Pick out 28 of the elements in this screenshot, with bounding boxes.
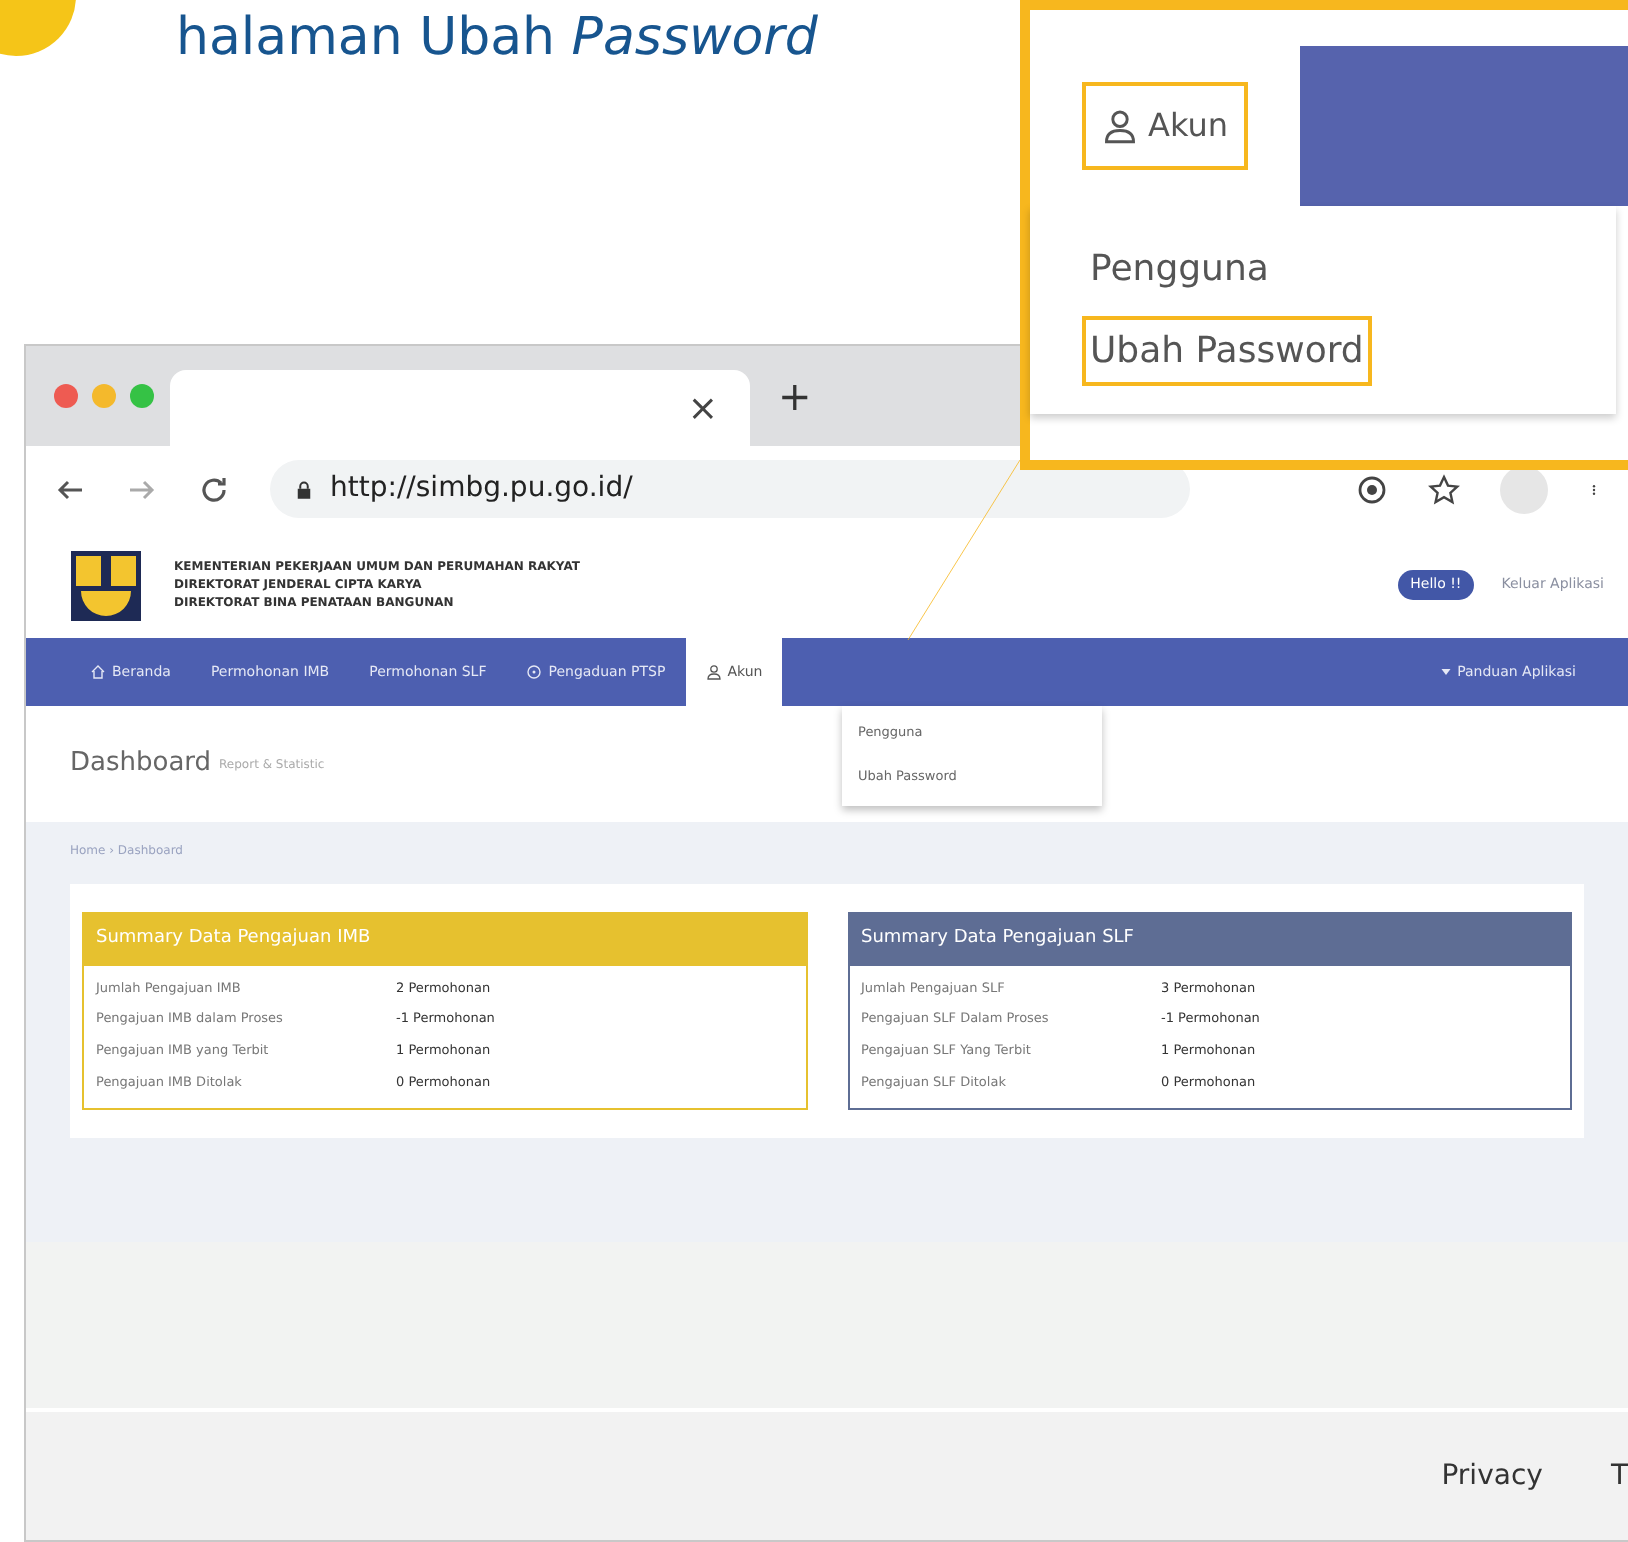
browser-tab[interactable]: ×	[170, 370, 750, 446]
circle-icon	[526, 664, 543, 680]
footer-link[interactable]: T	[1610, 1455, 1628, 1497]
maximize-dot[interactable]	[130, 384, 154, 408]
caret-icon	[1439, 666, 1452, 678]
reload-icon	[198, 473, 230, 505]
summary-card-header: Summary Data Pengajuan IMB	[84, 914, 805, 965]
minimize-dot[interactable]	[92, 384, 116, 408]
menu-item[interactable]: Ubah Password	[1082, 316, 1372, 386]
footer-link[interactable]: Privacy	[1441, 1455, 1543, 1497]
url-text: http://simbg.pu.go.id/	[330, 470, 633, 508]
new-tab-button[interactable]: +	[766, 364, 824, 428]
ministry-logo-icon	[66, 545, 146, 625]
tab-close-button[interactable]: ×	[687, 381, 718, 435]
lock-icon	[294, 477, 314, 501]
summary-card-header: Summary Data Pengajuan SLF	[849, 914, 1570, 965]
profile-avatar-icon	[1500, 465, 1548, 513]
close-dot[interactable]	[54, 384, 78, 408]
page-heading: halaman Ubah Password	[176, 6, 820, 71]
user-icon	[705, 664, 722, 680]
address-bar[interactable]: http://simbg.pu.go.id/	[270, 460, 1190, 518]
star-icon	[1428, 473, 1460, 505]
menu-item[interactable]: Pengguna	[1082, 234, 1277, 304]
home-icon	[90, 664, 106, 680]
page-title: Dashboard	[70, 746, 212, 783]
user-icon	[1102, 108, 1138, 144]
account-menu[interactable]: Akun	[1082, 82, 1248, 170]
target-icon	[1356, 473, 1388, 505]
